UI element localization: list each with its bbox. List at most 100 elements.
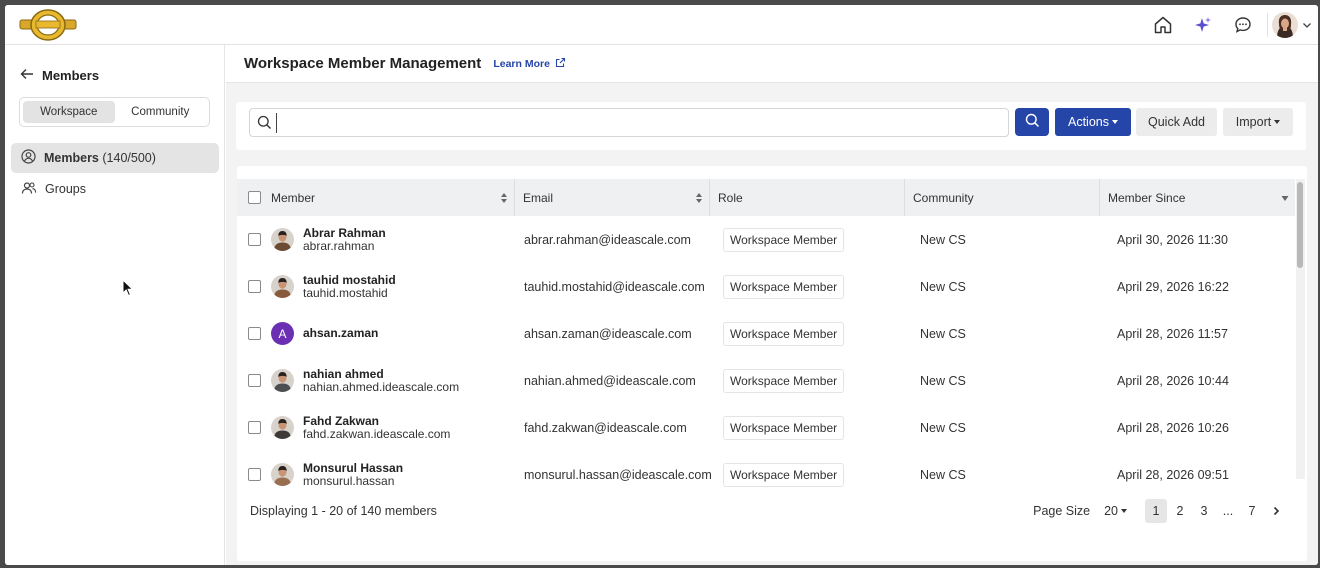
row-checkbox[interactable] bbox=[247, 233, 261, 246]
member-cell[interactable]: Abrar Rahman abrar.rahman bbox=[271, 216, 515, 263]
member-since-cell: April 28, 2026 10:26 bbox=[1117, 420, 1229, 435]
search-button[interactable] bbox=[1015, 108, 1049, 136]
page-button[interactable]: 7 bbox=[1241, 499, 1263, 523]
member-username: tauhid.mostahid bbox=[303, 285, 388, 300]
table-row[interactable]: Aahsan.zaman ahsan.zaman@ideascale.com W… bbox=[237, 310, 1295, 357]
learn-more-label: Learn More bbox=[493, 57, 550, 70]
table-row[interactable]: Abrar Rahman abrar.rahman abrar.rahman@id… bbox=[237, 216, 1295, 263]
member-avatar bbox=[271, 463, 294, 486]
member-avatar bbox=[271, 416, 294, 439]
page-size-select[interactable]: 20 bbox=[1104, 504, 1127, 518]
member-cell[interactable]: tauhid mostahid tauhid.mostahid bbox=[271, 263, 515, 310]
row-checkbox[interactable] bbox=[247, 280, 261, 293]
import-dropdown-button[interactable]: Import bbox=[1223, 108, 1293, 136]
user-avatar[interactable] bbox=[1272, 12, 1298, 38]
divider bbox=[1267, 13, 1268, 37]
role-select[interactable]: Workspace Member bbox=[723, 321, 845, 346]
role-cell: Workspace Member bbox=[719, 357, 914, 404]
sidebar: Members Workspace Community Members (140… bbox=[5, 45, 225, 565]
member-name[interactable]: tauhid mostahid bbox=[303, 273, 396, 287]
user-menu[interactable] bbox=[1272, 12, 1318, 38]
members-table-panel: Member Email Role Community Member Since bbox=[237, 166, 1307, 561]
role-select[interactable]: Workspace Member bbox=[723, 274, 845, 299]
chat-icon[interactable] bbox=[1223, 5, 1263, 45]
member-name[interactable]: ahsan.zaman bbox=[303, 327, 378, 340]
sort-desc-icon[interactable] bbox=[1281, 194, 1289, 202]
member-name[interactable]: Fahd Zakwan bbox=[303, 414, 450, 428]
page-ellipsis: ... bbox=[1222, 504, 1234, 518]
users-icon bbox=[21, 181, 37, 198]
segment-workspace[interactable]: Workspace bbox=[23, 101, 115, 123]
member-username: nahian.ahmed.ideascale.com bbox=[303, 379, 460, 394]
brand-logo[interactable] bbox=[19, 8, 77, 42]
row-checkbox[interactable] bbox=[247, 468, 261, 481]
member-cell[interactable]: Aahsan.zaman bbox=[271, 310, 515, 357]
role-select[interactable]: Workspace Member bbox=[723, 415, 845, 440]
community-cell: New CS bbox=[920, 420, 966, 435]
member-username: monsurul.hassan bbox=[303, 473, 395, 488]
member-cell[interactable]: nahian ahmed nahian.ahmed.ideascale.com bbox=[271, 357, 515, 404]
table-row[interactable]: tauhid mostahid tauhid.mostahid tauhid.mo… bbox=[237, 263, 1295, 310]
user-circle-icon bbox=[21, 149, 36, 167]
vertical-scrollbar[interactable] bbox=[1296, 179, 1305, 479]
table-row[interactable]: nahian ahmed nahian.ahmed.ideascale.com n… bbox=[237, 357, 1295, 404]
select-all-cell bbox=[237, 179, 271, 216]
role-select[interactable]: Workspace Member bbox=[723, 462, 845, 487]
scrollbar-thumb[interactable] bbox=[1297, 182, 1303, 268]
member-cell[interactable]: Fahd Zakwan fahd.zakwan.ideascale.com bbox=[271, 404, 515, 451]
workspace-community-toggle: Workspace Community bbox=[19, 97, 210, 127]
role-select[interactable]: Workspace Member bbox=[723, 368, 845, 393]
sort-icon[interactable] bbox=[500, 192, 508, 204]
page-button[interactable]: 1 bbox=[1145, 499, 1167, 523]
member-name[interactable]: Abrar Rahman bbox=[303, 226, 386, 240]
search-input[interactable] bbox=[276, 113, 996, 133]
member-name[interactable]: nahian ahmed bbox=[303, 367, 459, 381]
member-name[interactable]: Monsurul Hassan bbox=[303, 461, 403, 475]
email-cell: tauhid.mostahid@ideascale.com bbox=[524, 279, 705, 294]
column-member-since[interactable]: Member Since bbox=[1100, 179, 1295, 216]
search-icon bbox=[257, 115, 272, 133]
chevron-down-icon[interactable] bbox=[1302, 18, 1312, 33]
row-checkbox[interactable] bbox=[247, 374, 261, 387]
pagination: Page Size 20 1 2 3 ... 7 bbox=[1033, 499, 1287, 523]
column-email[interactable]: Email bbox=[515, 179, 710, 216]
member-avatar bbox=[271, 275, 294, 298]
segment-community[interactable]: Community bbox=[115, 101, 207, 123]
role-cell: Workspace Member bbox=[719, 216, 914, 263]
page-button[interactable]: 3 bbox=[1193, 499, 1215, 523]
column-member[interactable]: Member bbox=[271, 179, 515, 216]
role-select[interactable]: Workspace Member bbox=[723, 227, 845, 252]
row-checkbox[interactable] bbox=[247, 327, 261, 340]
quick-add-label: Quick Add bbox=[1148, 115, 1205, 129]
sort-icon[interactable] bbox=[695, 192, 703, 204]
home-icon[interactable] bbox=[1143, 5, 1183, 45]
column-community[interactable]: Community bbox=[905, 179, 1100, 216]
member-avatar: A bbox=[271, 322, 294, 345]
sparkle-icon[interactable] bbox=[1183, 5, 1223, 45]
sidebar-item-members[interactable]: Members (140/500) bbox=[11, 143, 219, 173]
back-to-members[interactable]: Members bbox=[20, 68, 99, 83]
quick-add-button[interactable]: Quick Add bbox=[1136, 108, 1217, 136]
column-role[interactable]: Role bbox=[710, 179, 905, 216]
member-count: (140/500) bbox=[102, 151, 156, 165]
back-label: Members bbox=[42, 68, 100, 83]
community-cell: New CS bbox=[920, 279, 966, 294]
role-cell: Workspace Member bbox=[719, 263, 914, 310]
arrow-left-icon[interactable] bbox=[20, 68, 34, 83]
member-since-cell: April 29, 2026 16:22 bbox=[1117, 279, 1229, 294]
column-header-label: Role bbox=[718, 190, 743, 205]
learn-more-link[interactable]: Learn More bbox=[493, 57, 566, 71]
import-label: Import bbox=[1235, 115, 1272, 129]
row-select-cell bbox=[237, 263, 271, 310]
email-cell: nahian.ahmed@ideascale.com bbox=[524, 373, 696, 388]
role-cell: Workspace Member bbox=[719, 404, 914, 451]
actions-dropdown-button[interactable]: Actions bbox=[1055, 108, 1131, 136]
actions-label: Actions bbox=[1068, 115, 1109, 129]
page-button[interactable]: 2 bbox=[1169, 499, 1191, 523]
displaying-count: Displaying 1 - 20 of 140 members bbox=[250, 504, 437, 518]
select-all-checkbox[interactable] bbox=[247, 191, 261, 204]
row-checkbox[interactable] bbox=[247, 421, 261, 434]
next-page-button[interactable] bbox=[1265, 499, 1287, 523]
table-row[interactable]: Fahd Zakwan fahd.zakwan.ideascale.com fah… bbox=[237, 404, 1295, 451]
sidebar-item-groups[interactable]: Groups bbox=[11, 174, 219, 204]
